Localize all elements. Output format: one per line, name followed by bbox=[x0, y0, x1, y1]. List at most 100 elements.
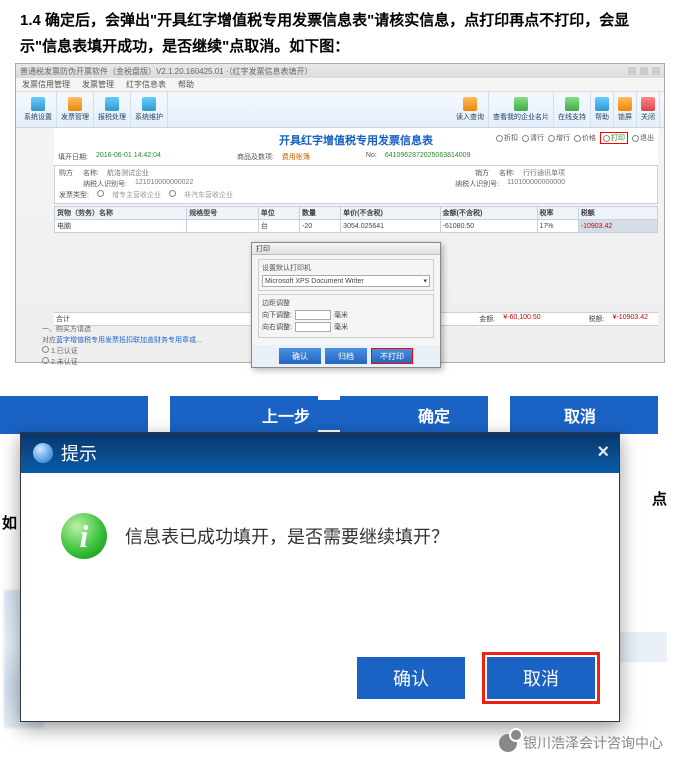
info-icon: i bbox=[61, 513, 107, 559]
tb-company-card[interactable]: 查看我的企业名片 bbox=[489, 92, 554, 127]
radio-icon[interactable] bbox=[169, 190, 176, 197]
hj-label: 合计 bbox=[56, 314, 70, 324]
background-blur2 bbox=[617, 632, 667, 662]
opt-print[interactable]: 打印 bbox=[600, 132, 628, 144]
bg-cancel-button[interactable]: 取消 bbox=[526, 400, 634, 430]
tb-label: 锁屏 bbox=[618, 112, 632, 122]
app-window: 普通税发票防伪开票软件（金税盘版）V2.1.20.160425.01 ·（红字发… bbox=[15, 63, 665, 363]
instruction-text: 1.4 确定后，会弹出"开具红字增值税专用发票信息表"请核实信息，点打印再点不打… bbox=[0, 0, 675, 63]
opt-clear-row[interactable]: 清行 bbox=[522, 133, 544, 143]
opt1: 1.已认证 bbox=[51, 348, 78, 355]
fill-date-value: 2016-06-01 14:42:04 bbox=[96, 152, 161, 162]
radio-icon bbox=[548, 135, 555, 142]
window-titlebar: 普通税发票防伪开票软件（金税盘版）V2.1.20.160425.01 ·（红字发… bbox=[16, 64, 664, 78]
menu-item[interactable]: 发票信用管理 bbox=[22, 79, 70, 90]
tb-label: 系统维护 bbox=[135, 112, 163, 122]
radio-icon bbox=[603, 135, 610, 142]
tb-label: 查看我的企业名片 bbox=[493, 112, 549, 122]
margin-h-label: 向右调整: bbox=[262, 322, 292, 332]
bg-prev-button[interactable]: 上一步 bbox=[232, 400, 340, 430]
watermark: 银川浩泽会计咨询中心 bbox=[499, 733, 663, 753]
invtype-label: 发票类型: bbox=[59, 190, 89, 200]
dialog-title-icon bbox=[33, 443, 53, 463]
window-close-icon[interactable] bbox=[652, 67, 660, 75]
confirm-dialog: 提示 × i 信息表已成功填开，是否需要继续填开？ 确认 取消 bbox=[20, 432, 620, 722]
cell: -20 bbox=[299, 220, 340, 233]
watermark-text: 银川浩泽会计咨询中心 bbox=[523, 733, 663, 753]
tb-system-maint[interactable]: 系统维护 bbox=[131, 92, 168, 127]
tb-close[interactable]: 关闭 bbox=[637, 92, 660, 127]
opt-label: 价格 bbox=[582, 133, 596, 143]
seller-side-label: 销方 bbox=[475, 168, 491, 178]
print-dialog-title: 打印 bbox=[252, 243, 440, 255]
tb-invoice-mgmt[interactable]: 发票管理 bbox=[57, 92, 94, 127]
confirm-dialog-title: 提示 bbox=[61, 440, 97, 466]
maint-icon bbox=[142, 97, 156, 111]
tb-tax-process[interactable]: 报税处理 bbox=[94, 92, 131, 127]
opt2: 2.未认证 bbox=[51, 359, 78, 366]
no-value: 6410962872025063814009 bbox=[385, 152, 471, 162]
tb-label: 系统设置 bbox=[24, 112, 52, 122]
print-archive-button[interactable]: 归档 bbox=[325, 348, 367, 364]
radio-icon[interactable] bbox=[42, 357, 49, 364]
confirm-cancel-button[interactable]: 取消 bbox=[487, 657, 595, 699]
window-min-icon[interactable] bbox=[628, 67, 636, 75]
tb-label: 读入查询 bbox=[456, 112, 484, 122]
remark-line1: 一、购买方请选 bbox=[42, 324, 202, 334]
window-title: 普通税发票防伪开票软件（金税盘版）V2.1.20.160425.01 ·（红字发… bbox=[20, 66, 313, 77]
radio-icon[interactable] bbox=[97, 190, 104, 197]
opt-discount[interactable]: 折扣 bbox=[496, 133, 518, 143]
cell bbox=[187, 220, 259, 233]
print-confirm-button[interactable]: 确认 bbox=[279, 348, 321, 364]
col-spec: 规格型号 bbox=[187, 207, 259, 220]
tb-online-support[interactable]: 在线支持 bbox=[554, 92, 591, 127]
opt-label: 退出 bbox=[640, 133, 654, 143]
margin-v-input[interactable] bbox=[295, 310, 331, 320]
printer-select[interactable]: Microsoft XPS Document Writer▾ bbox=[262, 275, 430, 287]
cell: 3054.025641 bbox=[341, 220, 441, 233]
help-icon bbox=[595, 97, 609, 111]
menu-item[interactable]: 红字信息表 bbox=[126, 79, 166, 90]
opt-price[interactable]: 价格 bbox=[574, 133, 596, 143]
menu-item[interactable]: 发票管理 bbox=[82, 79, 114, 90]
opt-label: 清行 bbox=[530, 133, 544, 143]
close-icon[interactable]: × bbox=[597, 441, 609, 464]
close-icon bbox=[641, 97, 655, 111]
col-tax: 税额 bbox=[578, 207, 657, 220]
remark-link[interactable]: 蓝字增值税专用发票抵扣联加盖财务专用章或... bbox=[56, 337, 202, 344]
radio-icon bbox=[574, 135, 581, 142]
qty-value: 费用账簿 bbox=[282, 152, 310, 162]
menu-item[interactable]: 帮助 bbox=[178, 79, 194, 90]
taxid-label: 纳税人识别号: bbox=[83, 179, 127, 189]
tb-label: 帮助 bbox=[595, 112, 609, 122]
radio-icon[interactable] bbox=[42, 346, 49, 353]
items-table: 货物（劳务）名称 规格型号 单位 数量 单价(不含税) 金额(不含税) 税率 税… bbox=[54, 206, 658, 233]
bg-ok-button[interactable]: 确定 bbox=[380, 400, 488, 430]
confirm-ok-button[interactable]: 确认 bbox=[357, 657, 465, 699]
cell: 台 bbox=[258, 220, 299, 233]
invoice-icon bbox=[68, 97, 82, 111]
party-info: 购方 名称: 航洛测试企业 销方 名称: 行行通讯单项 纳税人识别号: 1210… bbox=[54, 165, 658, 204]
table-row[interactable]: 电脑 台 -20 3054.025641 -61080.50 17% -1090… bbox=[55, 220, 658, 233]
support-icon bbox=[565, 97, 579, 111]
tax-icon bbox=[105, 97, 119, 111]
no-label: No: bbox=[366, 152, 377, 162]
invtype1: 增专主营收企业 bbox=[112, 190, 161, 200]
print-cancel-button[interactable]: 不打印 bbox=[371, 348, 413, 364]
tb-lock[interactable]: 锁屏 bbox=[614, 92, 637, 127]
lock-icon bbox=[618, 97, 632, 111]
window-max-icon[interactable] bbox=[640, 67, 648, 75]
cell: -10903.42 bbox=[578, 220, 657, 233]
print-dialog: 打印 设置默认打印机 Microsoft XPS Document Writer… bbox=[251, 242, 441, 368]
tb-label: 在线支持 bbox=[558, 112, 586, 122]
tb-system-settings[interactable]: 系统设置 bbox=[20, 92, 57, 127]
tb-read-query[interactable]: 读入查询 bbox=[452, 92, 489, 127]
radio-icon bbox=[496, 135, 503, 142]
opt-exit[interactable]: 退出 bbox=[632, 133, 654, 143]
tb-label: 关闭 bbox=[641, 112, 655, 122]
qty-label: 商品及数项: bbox=[237, 152, 274, 162]
opt-add-row[interactable]: 增行 bbox=[548, 133, 570, 143]
tb-help[interactable]: 帮助 bbox=[591, 92, 614, 127]
margin-h-input[interactable] bbox=[295, 322, 331, 332]
cropped-text-right: 点 bbox=[652, 488, 667, 509]
